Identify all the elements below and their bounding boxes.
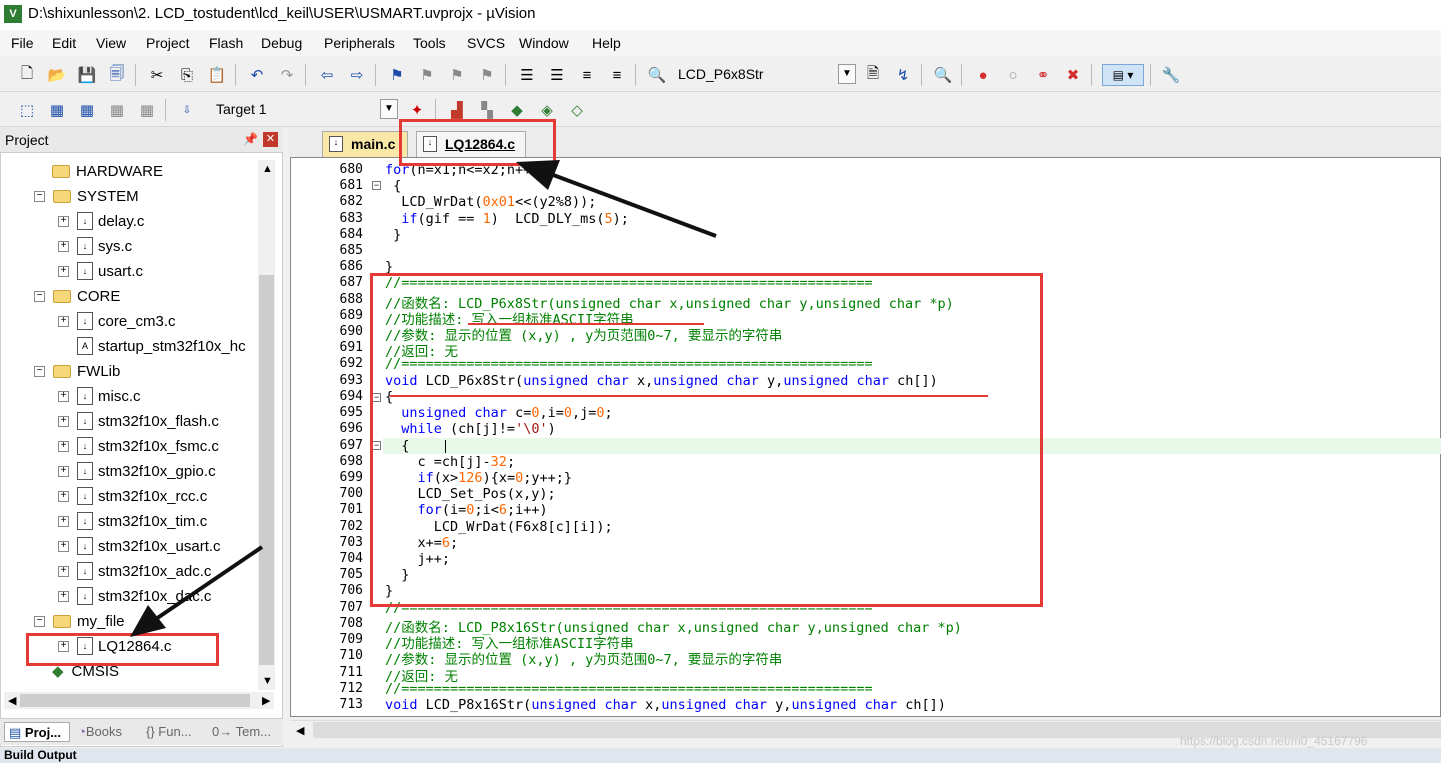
annotation-arrows (130, 160, 717, 637)
